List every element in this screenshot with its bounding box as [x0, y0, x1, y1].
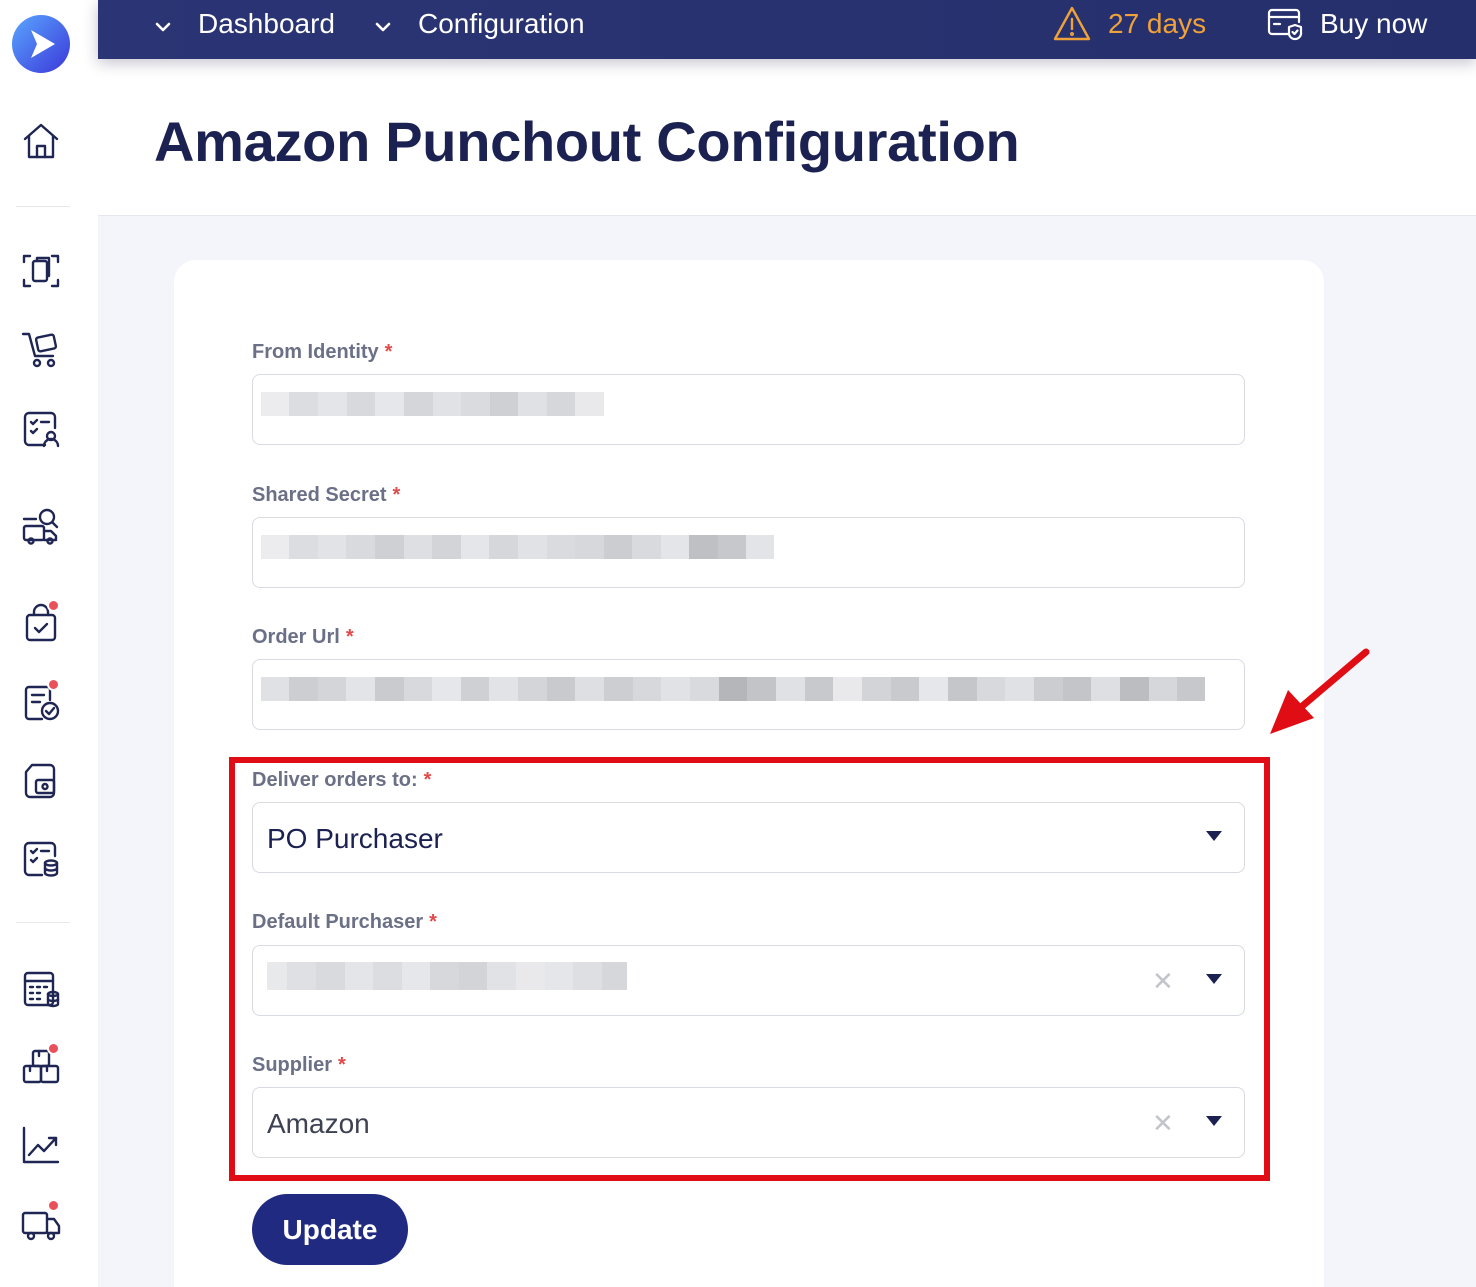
- breadcrumb-dashboard-label: Dashboard: [198, 8, 335, 39]
- notification-badge: [47, 1042, 60, 1055]
- from-identity-field[interactable]: [252, 374, 1245, 445]
- budget-calculator-icon[interactable]: [20, 968, 62, 1010]
- approval-checklist-icon[interactable]: [20, 408, 62, 450]
- redacted-value: [261, 535, 774, 559]
- breadcrumb-configuration-label: Configuration: [418, 8, 585, 39]
- scan-document-icon[interactable]: [20, 250, 62, 292]
- from-identity-label: From Identity *: [252, 341, 392, 364]
- checklist-database-icon[interactable]: [20, 838, 62, 880]
- warning-icon: [1053, 6, 1091, 41]
- delivery-truck-icon[interactable]: [20, 1199, 62, 1245]
- update-button[interactable]: Update: [252, 1194, 408, 1265]
- receipt-box-icon[interactable]: [20, 760, 62, 802]
- supplier-search-icon[interactable]: [20, 505, 62, 547]
- shared-secret-label-text: Shared Secret: [252, 484, 387, 506]
- card-shield-icon: [1267, 8, 1303, 41]
- inventory-boxes-icon[interactable]: [20, 1042, 62, 1088]
- trial-remaining[interactable]: 27 days: [1052, 0, 1206, 48]
- shopping-bag-check-icon[interactable]: [20, 599, 62, 645]
- required-marker: *: [345, 626, 354, 648]
- order-url-label-text: Order Url: [252, 626, 340, 648]
- notification-badge: [47, 1199, 60, 1212]
- annotation-arrow-icon: [1270, 648, 1370, 734]
- trial-days-label: 27 days: [1108, 8, 1207, 39]
- annotation-highlight-box: [229, 757, 1270, 1181]
- notification-badge: [47, 599, 60, 612]
- document-check-icon[interactable]: [20, 678, 62, 724]
- required-marker: *: [392, 484, 401, 506]
- page-header: Amazon Punchout Configuration: [98, 59, 1476, 216]
- redacted-value: [261, 677, 1205, 701]
- required-marker: *: [384, 341, 393, 363]
- page-title: Amazon Punchout Configuration: [154, 110, 1020, 173]
- shared-secret-label: Shared Secret *: [252, 484, 400, 507]
- redacted-value: [261, 392, 604, 416]
- sidebar: [0, 0, 98, 1287]
- buy-now-label: Buy now: [1320, 8, 1428, 39]
- from-identity-label-text: From Identity: [252, 341, 379, 363]
- analytics-chart-icon[interactable]: [20, 1124, 62, 1166]
- order-url-field[interactable]: [252, 659, 1245, 730]
- home-icon[interactable]: [20, 120, 62, 162]
- breadcrumb-configuration[interactable]: Configuration: [372, 0, 585, 48]
- chevron-down-icon: [372, 13, 394, 35]
- order-url-label: Order Url *: [252, 626, 354, 649]
- app-logo[interactable]: [11, 14, 71, 74]
- cart-icon[interactable]: [20, 328, 62, 370]
- shared-secret-field[interactable]: [252, 517, 1245, 588]
- buy-now-button[interactable]: Buy now: [1266, 0, 1427, 48]
- breadcrumb-dashboard[interactable]: Dashboard: [152, 0, 335, 48]
- top-navigation-bar: Dashboard Configuration 27 days Buy now: [98, 0, 1476, 59]
- chevron-down-icon: [152, 13, 174, 35]
- notification-badge: [47, 678, 60, 691]
